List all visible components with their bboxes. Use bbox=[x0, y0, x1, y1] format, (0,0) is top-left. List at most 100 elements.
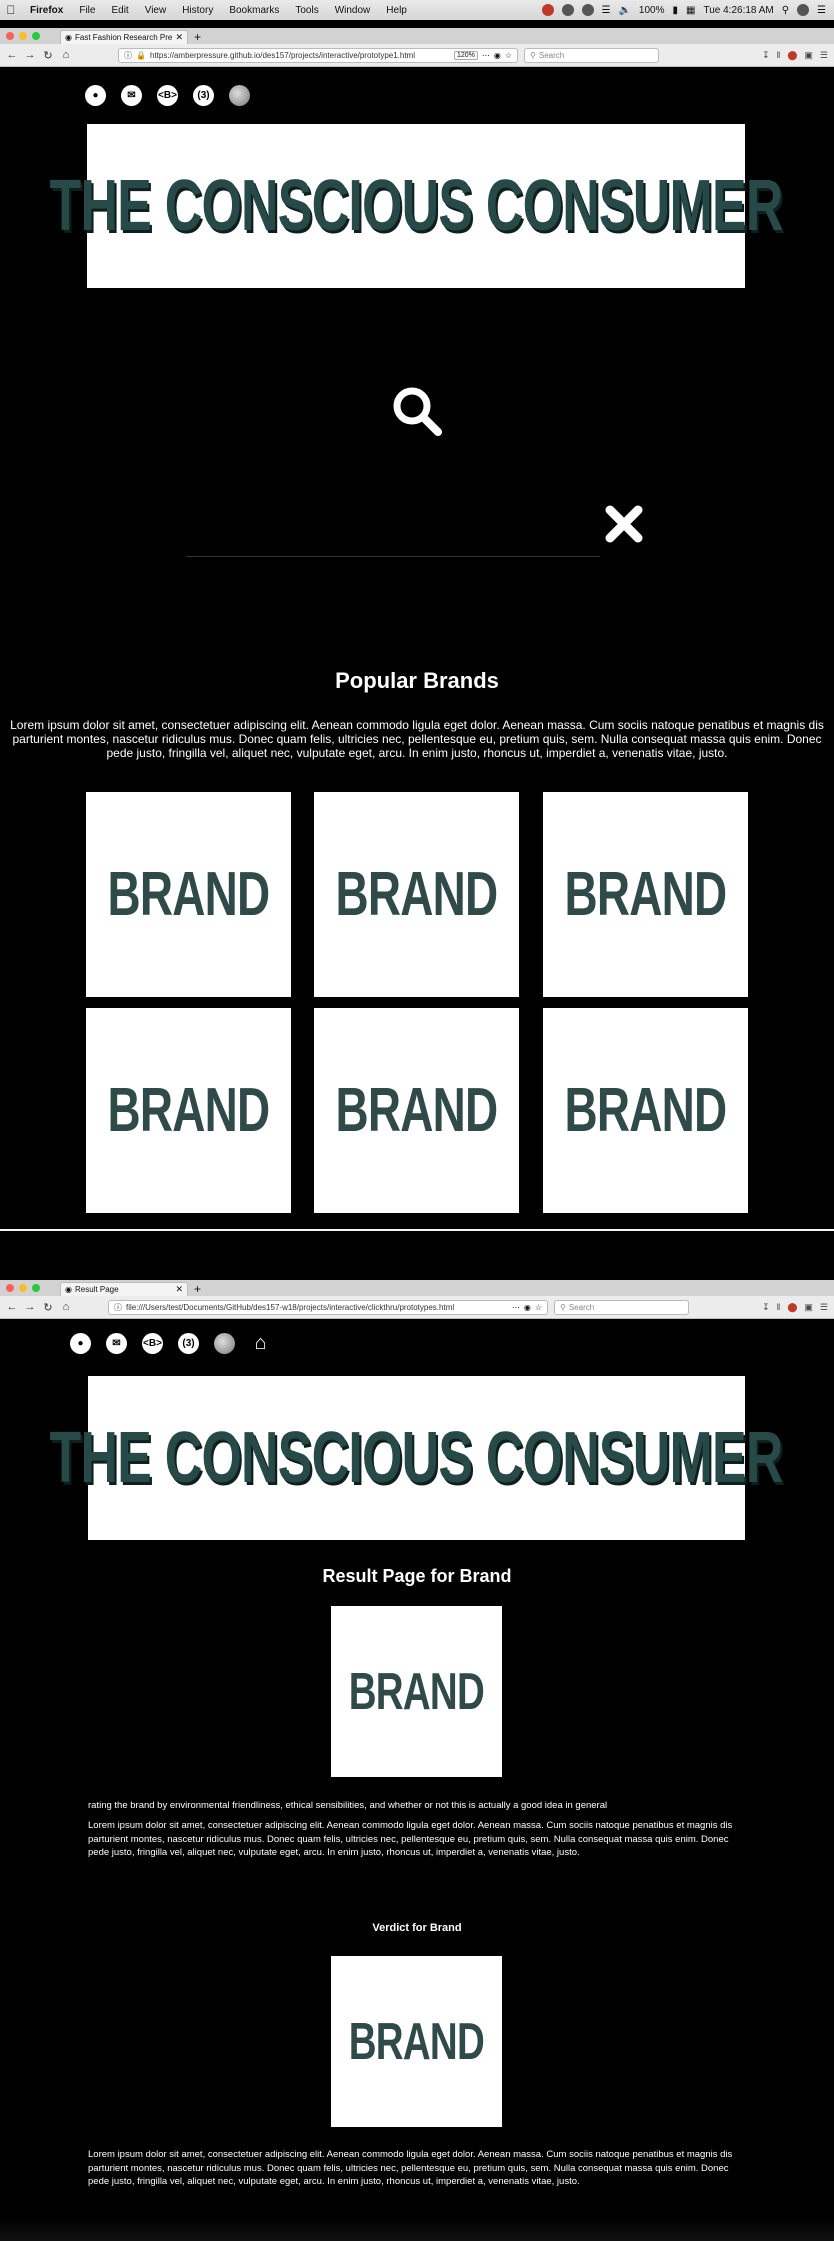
new-tab-button[interactable]: + bbox=[194, 30, 201, 44]
tab-bar: ◉ Fast Fashion Research Presen ✕ + bbox=[0, 28, 834, 44]
search-icon[interactable] bbox=[390, 384, 444, 438]
menu-view[interactable]: View bbox=[137, 5, 175, 16]
avatar[interactable] bbox=[229, 85, 250, 106]
brand-tile-3[interactable]: BRAND bbox=[543, 792, 748, 997]
zoom-window-button[interactable] bbox=[32, 1284, 40, 1292]
sidebar-icon[interactable]: ▣ bbox=[804, 50, 813, 61]
menu-tools[interactable]: Tools bbox=[287, 5, 326, 16]
menu-icon[interactable]: ☰ bbox=[820, 50, 828, 61]
status-bluetooth-icon[interactable] bbox=[581, 4, 594, 16]
back-button[interactable]: ← bbox=[6, 1301, 18, 1313]
menu-icon[interactable]: ☰ bbox=[820, 1302, 828, 1313]
status-app-icon[interactable] bbox=[561, 4, 574, 16]
minimize-window-button[interactable] bbox=[19, 32, 27, 40]
avatar[interactable] bbox=[214, 1333, 235, 1354]
volume-icon[interactable]: 🔈 bbox=[618, 5, 630, 16]
brand-tile-4[interactable]: BRAND bbox=[86, 1008, 291, 1213]
mail-icon[interactable]: ✉ bbox=[121, 85, 142, 106]
screenshot-divider bbox=[0, 1229, 834, 1231]
clock[interactable]: Tue 4:26:18 AM bbox=[703, 5, 773, 16]
downloads-icon[interactable]: ↧ bbox=[762, 1302, 770, 1313]
menu-history[interactable]: History bbox=[174, 5, 221, 16]
downloads-icon[interactable]: ↧ bbox=[762, 50, 770, 61]
page-actions-icon[interactable]: ⋯ bbox=[512, 1303, 520, 1312]
library-icon[interactable]: ‖ bbox=[777, 50, 781, 61]
forward-button[interactable]: → bbox=[24, 49, 36, 61]
url-bar[interactable]: ⓘ file:///Users/test/Documents/GitHub/de… bbox=[108, 1299, 548, 1315]
page-actions-icon[interactable]: ⋯ bbox=[482, 51, 490, 60]
brand-label: BRAND bbox=[335, 860, 499, 929]
tab-bar: ◉ Result Page ✕ + bbox=[0, 1280, 834, 1296]
menu-window[interactable]: Window bbox=[327, 5, 379, 16]
lock-icon: 🔒 bbox=[136, 50, 146, 60]
tab-close-icon[interactable]: ✕ bbox=[175, 1284, 183, 1295]
search-bar[interactable]: ⚲ Search bbox=[524, 47, 659, 63]
close-icon[interactable] bbox=[604, 504, 644, 544]
brand-label: BRAND bbox=[107, 860, 271, 929]
forward-button[interactable]: → bbox=[24, 1301, 36, 1313]
spotlight-icon[interactable]: ⚲ bbox=[782, 5, 789, 16]
browser-chrome-2: ◉ Result Page ✕ + ← → ↻ ⌂ ⓘ file:///User… bbox=[0, 1280, 834, 1319]
codepen-icon[interactable]: <B> bbox=[157, 85, 178, 106]
apple-icon[interactable]:  bbox=[0, 3, 22, 17]
url-bar[interactable]: ⓘ 🔒 https://amberpressure.github.io/des1… bbox=[118, 47, 518, 63]
close-window-button[interactable] bbox=[6, 32, 14, 40]
zoom-level[interactable]: 120% bbox=[453, 50, 478, 60]
close-window-button[interactable] bbox=[6, 1284, 14, 1292]
minimize-window-button[interactable] bbox=[19, 1284, 27, 1292]
home-button[interactable]: ⌂ bbox=[60, 1301, 72, 1313]
adblock-icon[interactable]: ⬤ bbox=[787, 50, 797, 61]
brand-tile-5[interactable]: BRAND bbox=[314, 1008, 519, 1213]
tab-title: Result Page bbox=[74, 1285, 119, 1294]
tab-active[interactable]: ◉ Fast Fashion Research Presen ✕ bbox=[60, 30, 188, 44]
back-button[interactable]: ← bbox=[6, 49, 18, 61]
brand-tile-2[interactable]: BRAND bbox=[314, 792, 519, 997]
tab-active[interactable]: ◉ Result Page ✕ bbox=[60, 1282, 188, 1296]
user-icon[interactable] bbox=[797, 4, 810, 16]
url-text[interactable]: https://amberpressure.github.io/des157/p… bbox=[150, 51, 450, 60]
menu-app-name[interactable]: Firefox bbox=[22, 5, 71, 16]
bookmark-star-icon[interactable]: ☆ bbox=[535, 1303, 542, 1312]
mail-icon[interactable]: ✉ bbox=[106, 1333, 127, 1354]
pocket-icon[interactable]: ◉ bbox=[524, 1303, 531, 1312]
codepen-icon[interactable]: <B> bbox=[142, 1333, 163, 1354]
adblock-icon[interactable]: ⬤ bbox=[787, 1302, 797, 1313]
info-icon[interactable]: ⓘ bbox=[114, 1302, 122, 1313]
zoom-window-button[interactable] bbox=[32, 32, 40, 40]
info-icon[interactable]: ⓘ bbox=[124, 50, 132, 61]
tab-close-icon[interactable]: ✕ bbox=[175, 32, 183, 43]
notification-center-icon[interactable]: ☰ bbox=[817, 5, 826, 16]
pocket-icon[interactable]: ◉ bbox=[494, 51, 501, 60]
url-text[interactable]: file:///Users/test/Documents/GitHub/des1… bbox=[126, 1303, 508, 1312]
brand-label: BRAND bbox=[348, 1662, 485, 1721]
brand-label: BRAND bbox=[348, 2012, 485, 2071]
library-icon[interactable]: ‖ bbox=[777, 1302, 781, 1313]
verdict-paragraph: Lorem ipsum dolor sit amet, consectetuer… bbox=[88, 2149, 733, 2187]
menu-bookmarks[interactable]: Bookmarks bbox=[221, 5, 287, 16]
menu-edit[interactable]: Edit bbox=[103, 5, 136, 16]
sidebar-icon[interactable]: ▣ bbox=[804, 1302, 813, 1313]
menu-help[interactable]: Help bbox=[378, 5, 415, 16]
battery-label[interactable]: 100% bbox=[639, 5, 665, 16]
home-button[interactable]: ⌂ bbox=[60, 49, 72, 61]
github-icon[interactable]: ● bbox=[85, 85, 106, 106]
status-record-icon[interactable] bbox=[541, 4, 554, 16]
search-input[interactable] bbox=[186, 556, 600, 557]
search-bar[interactable]: ⚲ Search bbox=[554, 1299, 689, 1315]
brand-tile-6[interactable]: BRAND bbox=[543, 1008, 748, 1213]
reload-button[interactable]: ↻ bbox=[42, 49, 54, 62]
brand-label: BRAND bbox=[107, 1076, 271, 1145]
verdict-brand-tile: BRAND bbox=[331, 1956, 502, 2127]
social-links-2: ● ✉ <B> (3) ⌂ bbox=[70, 1332, 271, 1354]
creative-commons-icon[interactable]: (3) bbox=[178, 1333, 199, 1354]
flag-icon[interactable]: ▦ bbox=[686, 5, 695, 16]
brand-tile-1[interactable]: BRAND bbox=[86, 792, 291, 997]
home-icon[interactable]: ⌂ bbox=[250, 1332, 271, 1354]
github-icon[interactable]: ● bbox=[70, 1333, 91, 1354]
bookmark-star-icon[interactable]: ☆ bbox=[505, 51, 512, 60]
new-tab-button[interactable]: + bbox=[194, 1282, 201, 1296]
reload-button[interactable]: ↻ bbox=[42, 1301, 54, 1314]
wifi-icon[interactable]: ☰ bbox=[602, 5, 611, 16]
creative-commons-icon[interactable]: (3) bbox=[193, 85, 214, 106]
menu-file[interactable]: File bbox=[71, 5, 103, 16]
